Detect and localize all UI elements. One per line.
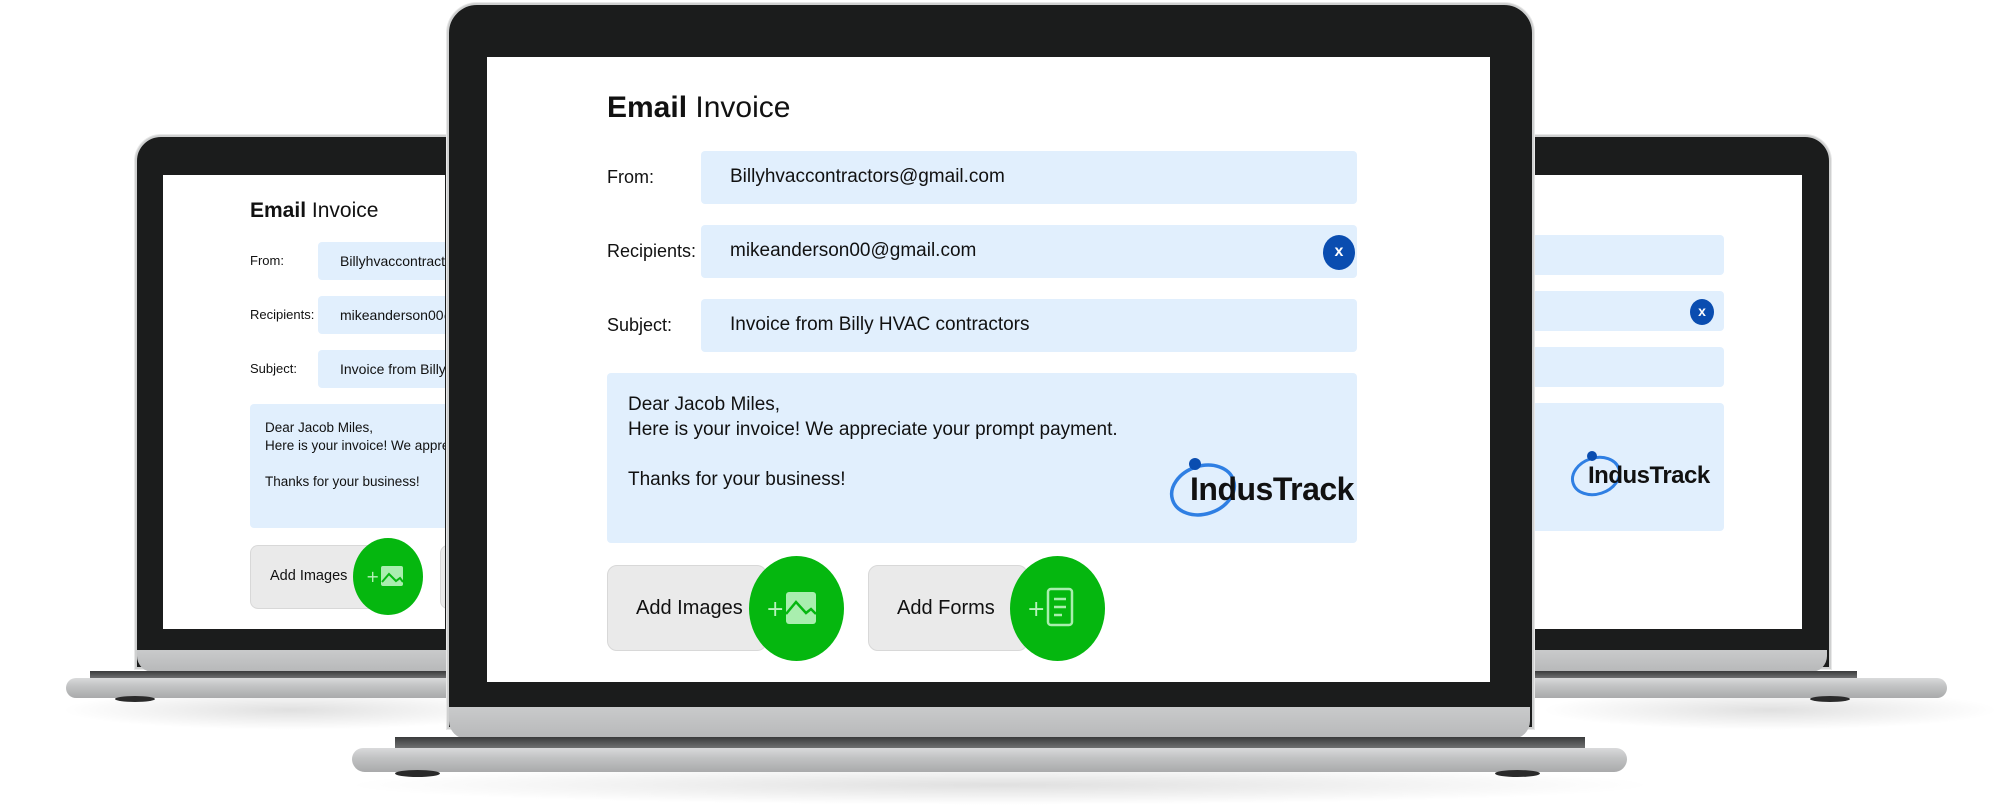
left-body-line-1: Dear Jacob Miles,: [265, 420, 374, 435]
right-recipients-field[interactable]: x: [1532, 291, 1724, 331]
add-forms-circle[interactable]: +: [1010, 556, 1105, 661]
left-title-bold: Email: [250, 199, 307, 222]
from-field[interactable]: Billyhvaccontractors@gmail.com: [701, 151, 1357, 204]
left-title-rest: Invoice: [311, 199, 379, 222]
svg-text:+: +: [766, 597, 784, 622]
right-message-body[interactable]: IndusTrack: [1532, 403, 1724, 531]
main-laptop-foot-right: [1495, 770, 1540, 777]
right-from-field[interactable]: [1532, 235, 1724, 275]
right-laptop-hinge: [1527, 650, 1827, 672]
title-rest: Invoice: [695, 91, 791, 124]
left-laptop-base: [66, 678, 476, 698]
left-subject-label: Subject:: [250, 361, 297, 376]
left-from-label: From:: [250, 253, 284, 268]
right-laptop-foot: [1810, 696, 1850, 702]
subject-label: Subject:: [607, 315, 673, 335]
add-image-icon: +: [766, 592, 817, 624]
right-industrack-logo: IndusTrack: [1570, 451, 1720, 501]
body-line-2: Here is your invoice! We appreciate your…: [628, 419, 1118, 440]
recipients-field[interactable]: mikeanderson00@gmail.com x: [701, 225, 1357, 278]
add-images-circle[interactable]: +: [749, 556, 844, 661]
left-add-images-label: Add Images: [270, 568, 348, 584]
add-images-label: Add Images: [636, 597, 743, 619]
left-add-images-circle[interactable]: +: [353, 538, 423, 615]
left-message-body[interactable]: Dear Jacob Miles, Here is your invoice! …: [250, 404, 445, 528]
left-from-value: Billyhvaccontracto: [340, 253, 445, 269]
body-line-1: Dear Jacob Miles,: [628, 394, 781, 415]
industrack-logo: IndusTrack: [1167, 457, 1357, 523]
subject-value: Invoice from Billy HVAC contractors: [730, 314, 1030, 335]
left-laptop-foot: [115, 696, 155, 702]
left-laptop-keyboard-edge: [90, 671, 470, 678]
left-body-line-2: Here is your invoice! We appre: [265, 438, 445, 453]
left-form-title: Email Invoice: [250, 199, 378, 223]
left-body-line-4: Thanks for your business!: [265, 474, 420, 489]
left-recipients-value: mikeanderson00@: [340, 307, 445, 323]
logo-text-a: Indus: [1588, 462, 1650, 489]
right-logo-wordmark: IndusTrack: [1588, 462, 1710, 490]
recipients-value: mikeanderson00@gmail.com: [730, 240, 977, 261]
add-form-icon: +: [1027, 587, 1074, 627]
left-laptop-screen: Email Invoice From: Billyhvaccontracto R…: [163, 175, 445, 629]
logo-wordmark: IndusTrack: [1190, 471, 1354, 508]
from-value: Billyhvaccontractors@gmail.com: [730, 166, 1005, 187]
message-body[interactable]: Dear Jacob Miles, Here is your invoice! …: [607, 373, 1357, 543]
right-remove-recipient-button[interactable]: x: [1690, 299, 1714, 325]
remove-recipient-button[interactable]: x: [1323, 235, 1355, 270]
svg-text:+: +: [1027, 597, 1045, 622]
left-recipients-label: Recipients:: [250, 307, 315, 322]
main-laptop-screen: Email Invoice From: Billyhvaccontractors…: [487, 57, 1490, 682]
left-add-forms-button-partial[interactable]: [440, 545, 445, 609]
main-laptop-base: [352, 748, 1627, 772]
main-laptop-foot-left: [395, 770, 440, 777]
from-label: From:: [607, 167, 654, 187]
main-laptop-keyboard-edge: [395, 737, 1585, 748]
add-image-icon: +: [366, 566, 404, 586]
body-line-4: Thanks for your business!: [628, 469, 846, 490]
svg-text:+: +: [366, 567, 379, 586]
subject-field[interactable]: Invoice from Billy HVAC contractors: [701, 299, 1357, 352]
form-title: Email Invoice: [607, 91, 790, 125]
add-forms-label: Add Forms: [897, 597, 995, 619]
logo-text-b: Track: [1272, 471, 1355, 507]
right-laptop-screen: x IndusTrack: [1532, 175, 1802, 629]
add-forms-button[interactable]: Add Forms: [868, 565, 1028, 651]
logo-text-a: Indus: [1190, 471, 1273, 507]
left-recipients-field[interactable]: mikeanderson00@: [318, 296, 445, 334]
recipients-label: Recipients:: [607, 241, 697, 261]
main-laptop-hinge: [449, 707, 1530, 739]
add-images-button[interactable]: Add Images: [607, 565, 767, 651]
logo-text-b: Track: [1649, 462, 1711, 489]
left-from-field[interactable]: Billyhvaccontracto: [318, 242, 445, 280]
left-subject-value: Invoice from Billy H: [340, 361, 445, 377]
left-laptop-hinge: [137, 650, 477, 672]
left-subject-field[interactable]: Invoice from Billy H: [318, 350, 445, 388]
right-subject-field[interactable]: [1532, 347, 1724, 387]
title-bold: Email: [607, 91, 688, 124]
right-laptop-keyboard-edge: [1527, 671, 1857, 678]
right-laptop-base: [1527, 678, 1947, 698]
